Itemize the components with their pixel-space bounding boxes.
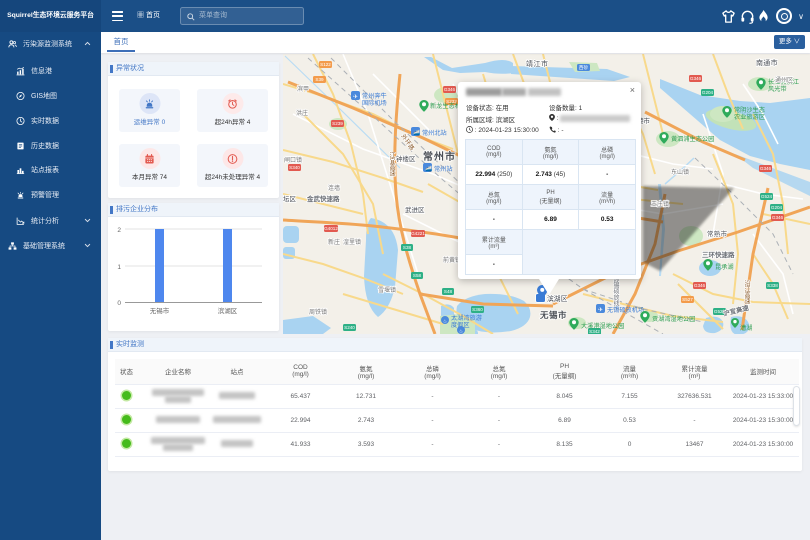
svg-text:S122: S122 — [320, 62, 331, 67]
svg-text:♨: ♨ — [459, 329, 463, 334]
svg-text:无锡市: 无锡市 — [150, 306, 170, 315]
svg-text:S360: S360 — [472, 307, 483, 312]
svg-text:S240: S240 — [344, 325, 355, 330]
svg-text:王庄镇: 王庄镇 — [651, 200, 669, 208]
svg-text:三环快速路: 三环快速路 — [702, 250, 735, 259]
svg-text:闸口镇: 闸口镇 — [284, 156, 302, 164]
svg-text:无锡硕放机场: 无锡硕放机场 — [607, 306, 644, 314]
svg-text:S340: S340 — [289, 165, 300, 170]
svg-text:滨湖区: 滨湖区 — [218, 306, 238, 315]
svg-text:滨甲: 滨甲 — [297, 85, 309, 93]
svg-text:S239: S239 — [332, 121, 343, 126]
svg-text:常州奔牛: 常州奔牛 — [362, 92, 387, 100]
svg-text:太湖湾旅游: 太湖湾旅游 — [451, 314, 482, 322]
svg-text:通州区: 通州区 — [775, 76, 793, 84]
svg-text:♨: ♨ — [443, 319, 447, 324]
svg-text:连墙: 连墙 — [328, 184, 340, 192]
svg-text:G346: G346 — [772, 215, 784, 220]
svg-text:常熟市: 常熟市 — [707, 229, 728, 238]
svg-text:新庄: 新庄 — [328, 238, 340, 246]
svg-text:周铁镇: 周铁镇 — [309, 308, 327, 316]
svg-text:江宜高速: 江宜高速 — [388, 152, 395, 177]
svg-text:✈: ✈ — [598, 307, 603, 314]
svg-text:1: 1 — [117, 264, 121, 271]
svg-text:G204: G204 — [702, 90, 714, 95]
svg-text:苏锡硕放线: 苏锡硕放线 — [612, 275, 619, 306]
svg-text:滨湖区: 滨湖区 — [547, 294, 568, 303]
svg-text:G346: G346 — [694, 283, 706, 288]
svg-text:漕湖: 漕湖 — [740, 324, 752, 332]
svg-text:靖江市: 靖江市 — [526, 59, 549, 68]
svg-text:G346: G346 — [760, 166, 772, 171]
svg-text:黄泗浦生态公园: 黄泗浦生态公园 — [671, 135, 714, 143]
svg-text:雪堰镇: 雪堰镇 — [378, 286, 396, 294]
svg-text:✈: ✈ — [353, 94, 358, 101]
svg-text:国际机场: 国际机场 — [362, 99, 387, 107]
svg-text:南通市: 南通市 — [756, 58, 778, 67]
svg-text:常州北站: 常州北站 — [422, 129, 447, 137]
svg-text:S338: S338 — [767, 283, 778, 288]
svg-text:S58: S58 — [413, 273, 422, 278]
svg-text:农业旅游区: 农业旅游区 — [734, 113, 765, 121]
svg-text:沿江高速: 沿江高速 — [743, 279, 750, 305]
svg-text:洪庄: 洪庄 — [296, 109, 308, 117]
svg-text:湟里镇: 湟里镇 — [343, 238, 361, 246]
svg-text:G524: G524 — [761, 194, 773, 199]
svg-text:新龙生态林: 新龙生态林 — [430, 102, 461, 110]
svg-text:昆承湖: 昆承湖 — [715, 263, 734, 271]
svg-text:金武快速路: 金武快速路 — [306, 194, 340, 203]
svg-text:武进区: 武进区 — [405, 205, 425, 214]
svg-text:常州市: 常州市 — [423, 150, 456, 163]
svg-text:无锡市: 无锡市 — [539, 310, 567, 320]
svg-text:S527: S527 — [682, 297, 693, 302]
svg-text:S39: S39 — [315, 77, 324, 82]
svg-text:贡湖湾湿地公园: 贡湖湾湿地公园 — [652, 315, 695, 323]
svg-text:常阴沙生态: 常阴沙生态 — [734, 106, 765, 114]
svg-text:风光带: 风光带 — [768, 85, 787, 93]
svg-text:G346: G346 — [444, 87, 456, 92]
svg-text:S38: S38 — [403, 245, 412, 250]
svg-text:东山镇: 东山镇 — [671, 168, 689, 176]
svg-text:0: 0 — [117, 300, 121, 307]
svg-text:🚄: 🚄 — [425, 165, 432, 172]
svg-text:G346: G346 — [690, 76, 702, 81]
svg-text:钟楼区: 钟楼区 — [396, 154, 416, 163]
svg-text:G204: G204 — [771, 205, 783, 210]
svg-text:G4221: G4221 — [411, 231, 425, 236]
svg-text:🚄: 🚄 — [413, 129, 420, 136]
svg-text:大溪港湿地公园: 大溪港湿地公园 — [581, 322, 624, 330]
svg-text:S48: S48 — [444, 289, 453, 294]
svg-text:坛区: 坛区 — [283, 194, 297, 203]
svg-text:2: 2 — [117, 227, 121, 234]
svg-text:常州站: 常州站 — [434, 165, 453, 173]
svg-text:西砂: 西砂 — [579, 64, 589, 71]
svg-text:G4012: G4012 — [324, 226, 338, 231]
